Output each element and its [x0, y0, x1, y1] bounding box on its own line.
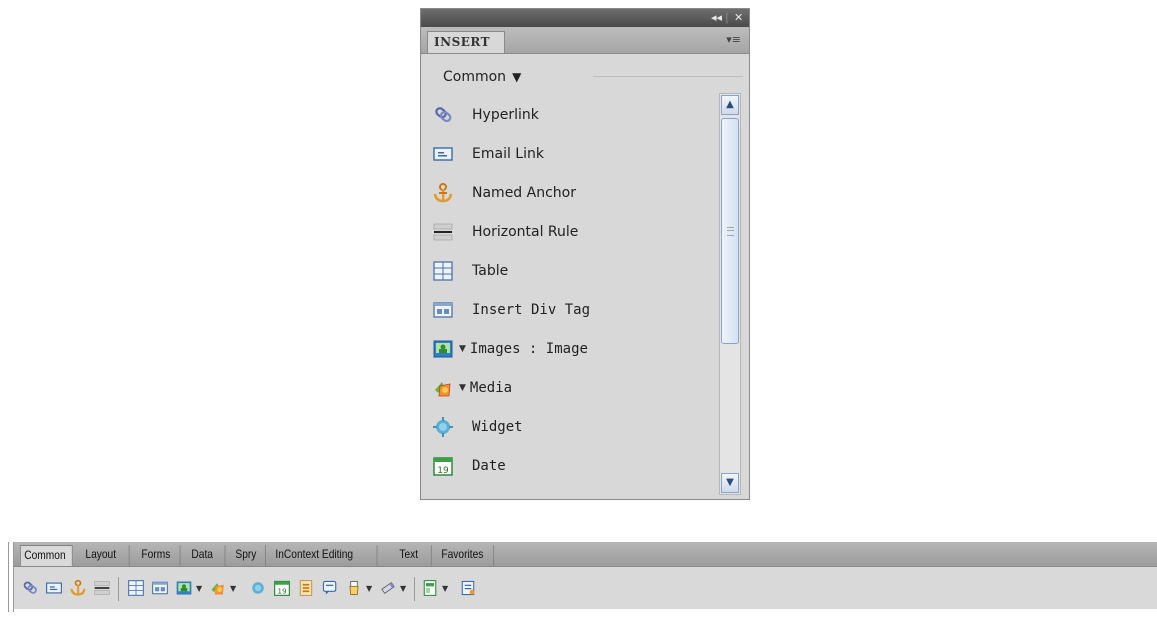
item-label: Images : Image — [469, 341, 588, 357]
media-icon — [431, 376, 455, 400]
insert-item-horizontal-rule[interactable]: Horizontal Rule — [431, 216, 711, 248]
server-side-include-icon[interactable] — [296, 578, 316, 598]
item-label: Horizontal Rule — [472, 224, 579, 240]
insert-item-hyperlink[interactable]: Hyperlink — [431, 99, 711, 131]
insert-panel: ◂◂ | ✕ INSERT ▾≡ Common ▼ Hyperlink Email… — [420, 8, 750, 500]
head-dropdown-arrow-icon[interactable]: ▼ — [366, 584, 372, 593]
insert-bar: Common Layout Forms Data Spry InContext … — [0, 540, 1157, 614]
hyperlink-icon[interactable] — [20, 578, 40, 598]
panel-titlebar[interactable]: ◂◂ | ✕ — [421, 9, 749, 27]
panel-scrollbar[interactable]: ▲ ▼ — [719, 93, 741, 495]
script-icon[interactable] — [378, 578, 398, 598]
bar-tab-spry[interactable]: Spry — [232, 545, 266, 566]
toolbar-separator — [118, 577, 119, 601]
collapse-icon[interactable]: ◂◂ — [711, 10, 722, 26]
insert-item-date[interactable]: 19 Date — [431, 450, 711, 482]
bar-tab-layout[interactable]: Layout — [82, 545, 130, 566]
panel-options-menu-icon[interactable]: ▾≡ — [726, 33, 741, 46]
named-anchor-icon[interactable] — [68, 578, 88, 598]
media-dropdown-arrow-icon[interactable]: ▼ — [459, 383, 466, 393]
item-label: Widget — [472, 419, 523, 435]
widget-icon — [431, 415, 455, 439]
horizontal-rule-icon — [431, 220, 455, 244]
category-label: Common — [443, 69, 507, 85]
bar-tab-incontext-editing[interactable]: InContext Editing — [272, 545, 378, 566]
images-dropdown-arrow-icon[interactable]: ▼ — [459, 344, 466, 354]
insert-item-email-link[interactable]: Email Link — [431, 138, 711, 170]
scroll-up-button[interactable]: ▲ — [721, 95, 739, 115]
images-dropdown-arrow-icon[interactable]: ▼ — [196, 584, 202, 593]
toolbar-separator — [414, 577, 415, 601]
date-icon: 19 — [431, 454, 455, 478]
panel-tab-row: INSERT ▾≡ — [421, 27, 749, 54]
insert-item-div-tag[interactable]: Insert Div Tag — [431, 294, 711, 326]
bar-tab-favorites[interactable]: Favorites — [438, 545, 495, 566]
widget-icon[interactable] — [248, 578, 268, 598]
close-icon[interactable]: ✕ — [734, 10, 743, 26]
insert-div-tag-icon — [431, 298, 455, 322]
media-icon[interactable] — [208, 578, 228, 598]
insert-bar-icons: ▼ ▼ 19 ▼ ▼ ▼ — [14, 567, 1157, 609]
insert-item-table[interactable]: Table — [431, 255, 711, 287]
bar-tab-text[interactable]: Text — [396, 545, 432, 566]
insert-bar-tabs: Common Layout Forms Data Spry InContext … — [14, 542, 1157, 567]
scroll-down-button[interactable]: ▼ — [721, 473, 739, 493]
bar-tab-common[interactable]: Common — [20, 545, 73, 566]
titlebar-divider: | — [725, 11, 729, 24]
tab-insert[interactable]: INSERT — [427, 31, 505, 53]
insert-item-media[interactable]: ▼ Media — [431, 372, 711, 404]
email-link-icon[interactable] — [44, 578, 64, 598]
hyperlink-icon — [431, 103, 455, 127]
scroll-thumb[interactable] — [721, 118, 739, 344]
item-label: Named Anchor — [472, 185, 576, 201]
insert-item-named-anchor[interactable]: Named Anchor — [431, 177, 711, 209]
insert-item-images[interactable]: ▼ Images : Image — [431, 333, 711, 365]
dropdown-arrow-icon: ▼ — [512, 70, 522, 84]
category-dropdown[interactable]: Common ▼ — [443, 69, 521, 85]
item-label: Insert Div Tag — [472, 302, 591, 318]
image-icon[interactable] — [174, 578, 194, 598]
tag-chooser-icon[interactable] — [458, 578, 478, 598]
grip-icon — [727, 227, 734, 236]
item-label: Hyperlink — [472, 107, 539, 123]
category-divider — [593, 76, 743, 77]
horizontal-rule-icon[interactable] — [92, 578, 112, 598]
item-label: Media — [469, 380, 513, 396]
named-anchor-icon — [431, 181, 455, 205]
comment-icon[interactable] — [320, 578, 340, 598]
media-dropdown-arrow-icon[interactable]: ▼ — [230, 584, 236, 593]
script-dropdown-arrow-icon[interactable]: ▼ — [400, 584, 406, 593]
item-label: Table — [472, 263, 509, 279]
insert-item-widget[interactable]: Widget — [431, 411, 711, 443]
svg-text:19: 19 — [437, 466, 449, 476]
date-icon[interactable]: 19 — [272, 578, 292, 598]
templates-icon[interactable] — [420, 578, 440, 598]
table-icon[interactable] — [126, 578, 146, 598]
insert-div-tag-icon[interactable] — [150, 578, 170, 598]
bar-tab-data[interactable]: Data — [188, 545, 226, 566]
item-label: Email Link — [472, 146, 544, 162]
image-icon — [431, 337, 455, 361]
item-label: Date — [472, 458, 506, 474]
bar-tab-forms[interactable]: Forms — [138, 545, 181, 566]
table-icon — [431, 259, 455, 283]
templates-dropdown-arrow-icon[interactable]: ▼ — [442, 584, 448, 593]
head-icon[interactable] — [344, 578, 364, 598]
svg-text:19: 19 — [277, 587, 287, 596]
email-link-icon — [431, 142, 455, 166]
